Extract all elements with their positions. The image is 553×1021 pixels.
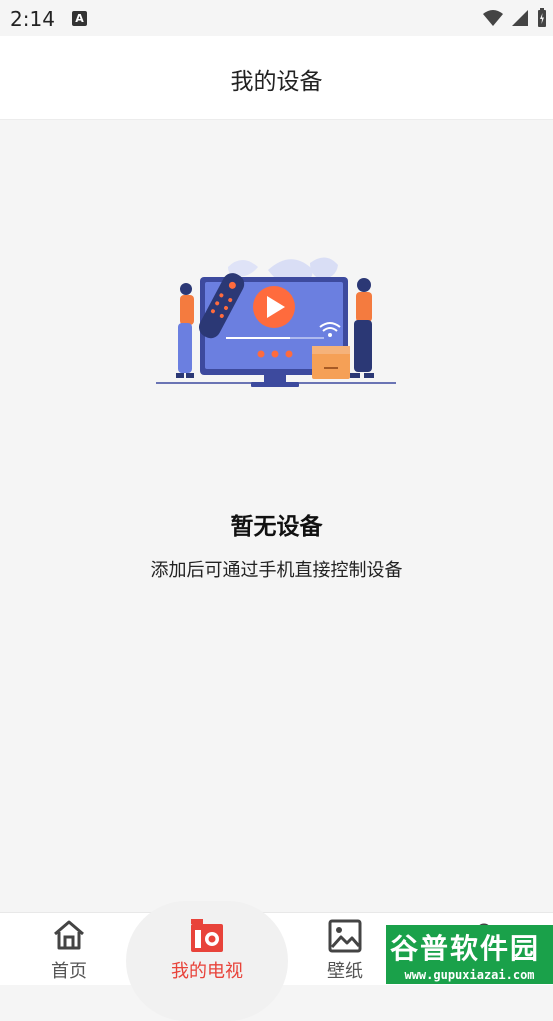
nav-label-my-tv: 我的电视 xyxy=(171,961,243,982)
nav-item-home[interactable]: 首页 xyxy=(0,913,138,985)
status-icons xyxy=(483,8,547,28)
tv-icon xyxy=(191,919,223,952)
empty-state-title: 暂无设备 xyxy=(230,514,323,540)
empty-devices-illustration xyxy=(156,257,396,387)
status-time: 2:14 xyxy=(10,7,55,31)
signal-icon xyxy=(512,10,528,26)
app-header: 我的设备 xyxy=(0,36,553,120)
empty-state-subtitle: 添加后可通过手机直接控制设备 xyxy=(150,560,403,581)
nav-label-home: 首页 xyxy=(51,961,87,982)
page-title: 我的设备 xyxy=(230,69,323,95)
watermark-logo: 谷普软件园 www.gupuxiazai.com xyxy=(386,925,553,984)
image-icon xyxy=(328,919,362,953)
nav-item-my-tv[interactable]: 我的电视 xyxy=(138,913,276,985)
status-bar: 2:14 A xyxy=(0,0,553,36)
wifi-icon xyxy=(483,10,503,26)
home-icon xyxy=(54,920,84,950)
watermark-url: www.gupuxiazai.com xyxy=(404,968,535,982)
main-content: 暂无设备 添加后可通过手机直接控制设备 xyxy=(0,120,553,912)
notification-a-icon: A xyxy=(72,11,87,26)
battery-icon xyxy=(538,8,546,27)
watermark-title: 谷普软件园 xyxy=(390,932,541,965)
